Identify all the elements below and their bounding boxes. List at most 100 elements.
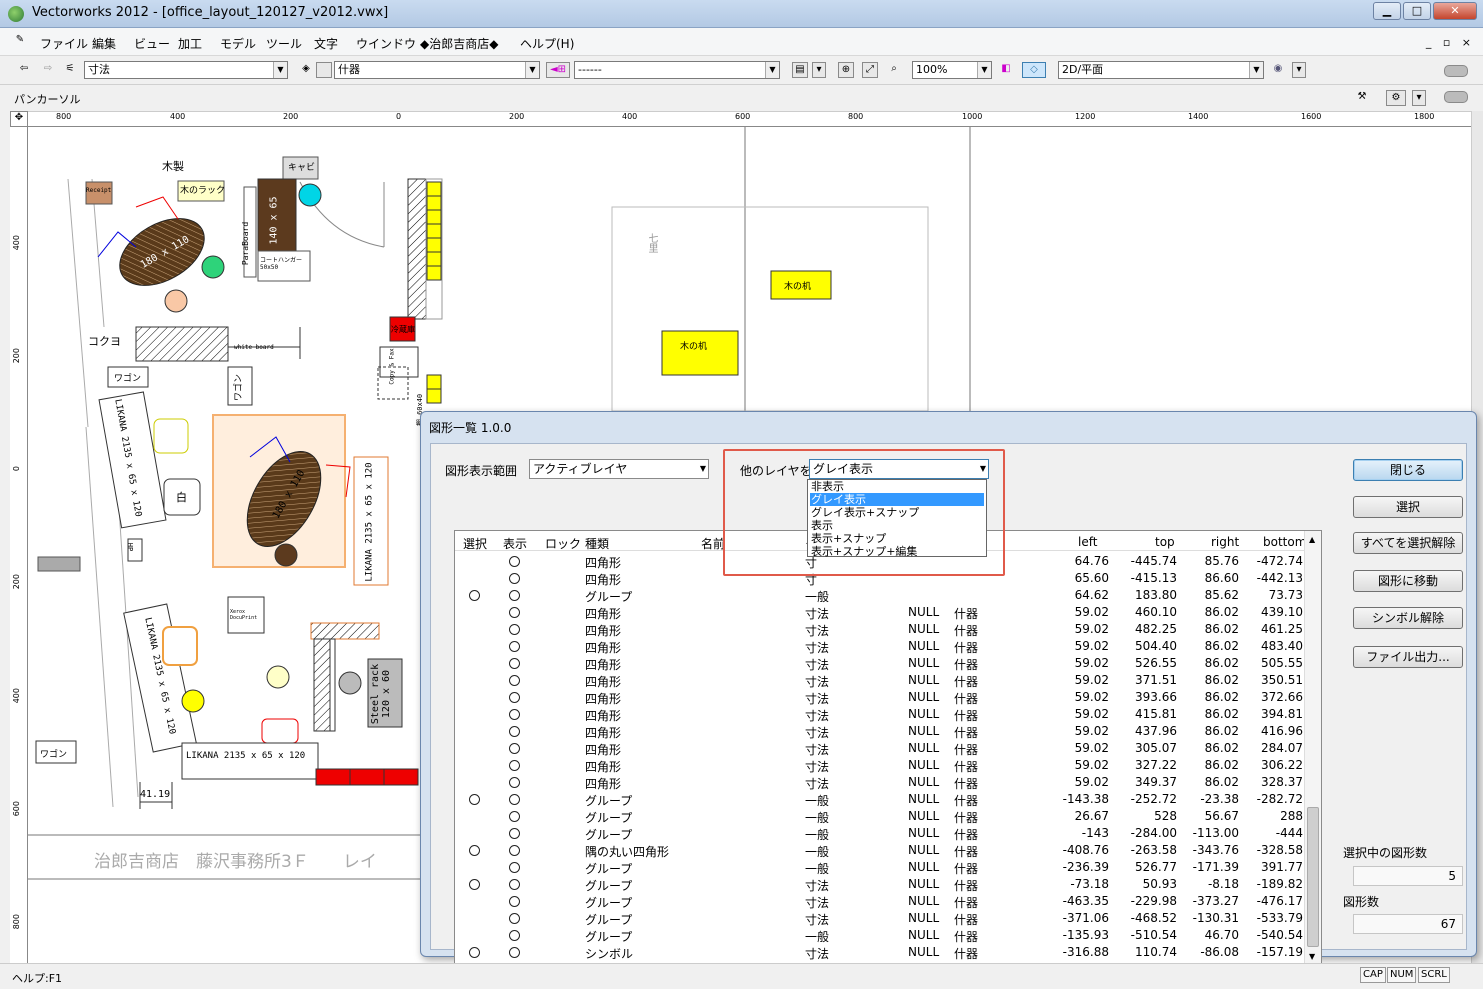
zoom-extents-icon[interactable]: ⤢ <box>862 62 878 78</box>
zoom-fit-icon[interactable]: ⊕ <box>838 62 854 78</box>
column-lock[interactable]: ロック <box>545 535 581 552</box>
table-row[interactable]: ○ グループ 寸法 NULL 什器 -371.06 -468.52 -130.31 -533.7… <box>455 910 1305 927</box>
select-radio-icon[interactable]: ○ <box>469 845 480 856</box>
visible-radio-icon[interactable]: ○ <box>509 658 520 669</box>
table-row[interactable]: ○ 四角形 寸法 NULL 什器 59.02 393.66 86.02 372.66 <box>455 689 1305 706</box>
scroll-up-icon[interactable]: ▲ <box>1309 535 1315 544</box>
select-radio-icon[interactable]: ○ <box>469 879 480 890</box>
render-dropdown-icon[interactable]: ▾ <box>1292 62 1306 78</box>
column-right[interactable]: right <box>1211 535 1239 549</box>
menu-modify[interactable]: 加工 <box>178 35 202 52</box>
visible-radio-icon[interactable]: ○ <box>509 879 520 890</box>
menu-model[interactable]: モデル <box>220 35 256 52</box>
visible-radio-icon[interactable]: ○ <box>509 692 520 703</box>
column-bottom[interactable]: bottom <box>1263 535 1306 549</box>
layer-options-icon[interactable] <box>316 62 332 78</box>
scroll-down-icon[interactable]: ▼ <box>1309 952 1315 961</box>
column-select[interactable]: 選択 <box>463 535 487 552</box>
select-radio-icon[interactable]: ○ <box>469 947 480 958</box>
menu-file[interactable]: ファイル <box>40 35 88 52</box>
visible-radio-icon[interactable]: ○ <box>509 590 520 601</box>
table-row[interactable]: ○ グループ 一般 NULL 什器 -236.39 526.77 -171.39 391.77 <box>455 859 1305 876</box>
table-row[interactable]: ○ 四角形 寸法 NULL 什器 59.02 349.37 86.02 328.37 <box>455 774 1305 791</box>
zoom-icon[interactable]: ⌕ <box>886 62 902 78</box>
visible-radio-icon[interactable]: ○ <box>509 709 520 720</box>
table-row[interactable]: ○ グループ 一般 NULL 什器 -143 -284.00 -113.00 -444 <box>455 825 1305 842</box>
menu-help[interactable]: ヘルプ(H) <box>520 35 574 52</box>
table-row[interactable]: ○ グループ 一般 NULL 什器 26.67 528 56.67 288 <box>455 808 1305 825</box>
select-radio-icon[interactable]: ○ <box>469 794 480 805</box>
visible-radio-icon[interactable]: ○ <box>509 573 520 584</box>
toolbar-toggle-icon[interactable] <box>1444 65 1468 77</box>
maximize-button[interactable]: □ <box>1403 2 1431 20</box>
table-row[interactable]: ○ ○ シンボル 寸法 NULL 什器 -316.88 110.74 -86.08 -157.19 <box>455 944 1305 961</box>
export-file-button[interactable]: ファイル出力... <box>1353 646 1463 668</box>
visible-radio-icon[interactable]: ○ <box>509 845 520 856</box>
table-row[interactable]: ○ ○ グループ 一般 64.62 183.80 85.62 73.73 <box>455 587 1305 604</box>
table-row[interactable]: ○ 四角形 寸法 NULL 什器 59.02 526.55 86.02 505.55 <box>455 655 1305 672</box>
table-row[interactable]: ○ 四角形 寸法 NULL 什器 59.02 305.07 86.02 284.07 <box>455 740 1305 757</box>
layer-icon[interactable]: ◈ <box>298 62 314 78</box>
table-row[interactable]: ○ 四角形 寸法 NULL 什器 59.02 415.81 86.02 394.81 <box>455 706 1305 723</box>
visible-radio-icon[interactable]: ○ <box>509 930 520 941</box>
minimize-button[interactable]: ▁ <box>1373 2 1401 20</box>
visible-radio-icon[interactable]: ○ <box>509 624 520 635</box>
visible-radio-icon[interactable]: ○ <box>509 556 520 567</box>
visible-radio-icon[interactable]: ○ <box>509 828 520 839</box>
menu-tools[interactable]: ツール <box>266 35 302 52</box>
table-row[interactable]: ○ 四角形 寸法 NULL 什器 59.02 327.22 86.02 306.22 <box>455 757 1305 774</box>
menu-text[interactable]: 文字 <box>314 35 338 52</box>
object-table[interactable]: 選択 表示 ロック 種類 名前 ク left top right bottom … <box>454 530 1322 966</box>
column-name[interactable]: 名前 <box>701 535 725 552</box>
forward-icon[interactable]: ⇨ <box>40 62 56 78</box>
render-icon[interactable]: ◉ <box>1270 62 1286 78</box>
visible-radio-icon[interactable]: ○ <box>509 947 520 958</box>
view-back-icon[interactable]: ◄⊞ <box>546 62 570 78</box>
class-combo[interactable]: 寸法 ▼ <box>84 61 288 79</box>
document-icon[interactable]: ✎ <box>12 33 28 49</box>
visible-radio-icon[interactable]: ○ <box>509 913 520 924</box>
visible-radio-icon[interactable]: ○ <box>509 675 520 686</box>
menu-edit[interactable]: 編集 <box>92 35 116 52</box>
table-row[interactable]: ○ 四角形 寸法 NULL 什器 59.02 504.40 86.02 483.40 <box>455 638 1305 655</box>
visible-radio-icon[interactable]: ○ <box>509 896 520 907</box>
tool-settings-dropdown-icon[interactable]: ▾ <box>1412 90 1426 106</box>
scope-combo[interactable]: アクティブレイヤ ▼ <box>529 459 709 479</box>
menu-window[interactable]: ウインドウ <box>356 35 416 52</box>
visible-radio-icon[interactable]: ○ <box>509 743 520 754</box>
mdi-controls[interactable]: _ ▫ × <box>1426 36 1475 49</box>
flyover-icon[interactable]: ◧ <box>998 62 1014 78</box>
back-icon[interactable]: ⇦ <box>16 62 32 78</box>
page-icon[interactable]: ▤ <box>792 62 808 78</box>
table-row[interactable]: ○ 四角形 寸法 NULL 什器 59.02 437.96 86.02 416.96 <box>455 723 1305 740</box>
table-row[interactable]: ○ 四角形 寸法 NULL 什器 59.02 460.10 86.02 439.10 <box>455 604 1305 621</box>
column-type[interactable]: 種類 <box>585 535 609 552</box>
select-radio-icon[interactable]: ○ <box>469 590 480 601</box>
class-icon[interactable]: ⚟ <box>62 62 78 78</box>
deselect-all-button[interactable]: すべてを選択解除 <box>1353 532 1463 554</box>
zoom-combo[interactable]: 100% ▼ <box>912 61 992 79</box>
visible-radio-icon[interactable]: ○ <box>509 726 520 737</box>
tool-icon[interactable]: ⚒ <box>1354 90 1370 106</box>
table-row[interactable]: ○ 四角形 寸法 NULL 什器 59.02 371.51 86.02 350.51 <box>455 672 1305 689</box>
visible-radio-icon[interactable]: ○ <box>509 777 520 788</box>
saved-view-combo[interactable]: ------ ▼ <box>574 61 780 79</box>
visible-radio-icon[interactable]: ○ <box>509 607 520 618</box>
page-dropdown-icon[interactable]: ▾ <box>812 62 826 78</box>
column-visible[interactable]: 表示 <box>503 535 527 552</box>
visible-radio-icon[interactable]: ○ <box>509 641 520 652</box>
plan-view-icon[interactable]: ◇ <box>1022 62 1046 78</box>
close-button[interactable]: ✕ <box>1433 2 1477 20</box>
ruler-origin-icon[interactable]: ✥ <box>10 111 28 127</box>
visible-radio-icon[interactable]: ○ <box>509 760 520 771</box>
go-to-object-button[interactable]: 図形に移動 <box>1353 570 1463 592</box>
close-dialog-button[interactable]: 閉じる <box>1353 459 1463 481</box>
column-top[interactable]: top <box>1155 535 1175 549</box>
scroll-thumb[interactable] <box>1307 807 1319 947</box>
table-row[interactable]: ○ ○ 隅の丸い四角形 一般 NULL 什器 -408.76 -263.58 -343.76 -3… <box>455 842 1305 859</box>
tool-settings-icon[interactable]: ⚙ <box>1386 90 1406 106</box>
visible-radio-icon[interactable]: ○ <box>509 794 520 805</box>
unsymbol-button[interactable]: シンボル解除 <box>1353 607 1463 629</box>
menu-view[interactable]: ビュー <box>134 35 170 52</box>
column-left[interactable]: left <box>1078 535 1097 549</box>
